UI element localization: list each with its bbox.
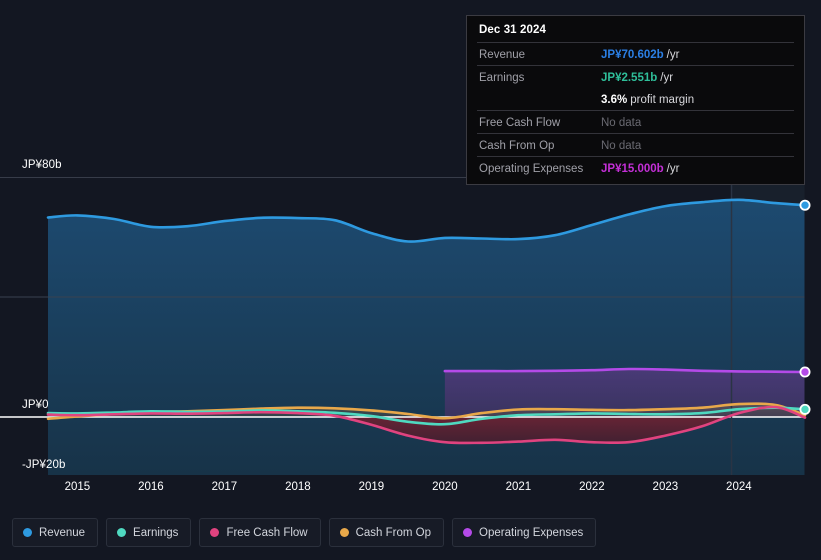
- tooltip-row-value-group: No data: [601, 113, 641, 131]
- x-axis-label-2018: 2018: [285, 481, 311, 493]
- tooltip-row-value: No data: [601, 140, 642, 152]
- legend-item-free-cash-flow[interactable]: Free Cash Flow: [199, 518, 321, 547]
- tooltip-row-value: JP¥2.551b: [601, 72, 658, 84]
- tooltip-row-label: Free Cash Flow: [479, 117, 561, 129]
- tooltip-row: Cash From Op No data: [477, 133, 794, 156]
- x-axis-label-2020: 2020: [432, 481, 458, 493]
- tooltip-row: Operating Expenses JP¥15.000b/yr: [477, 156, 794, 179]
- legend-item-earnings[interactable]: Earnings: [106, 518, 192, 547]
- x-axis-label-2022: 2022: [579, 481, 605, 493]
- legend-item-label: Cash From Op: [355, 526, 432, 539]
- tooltip-row-unit: profit margin: [630, 94, 695, 106]
- x-axis-label-2017: 2017: [211, 481, 238, 493]
- x-axis-label-2016: 2016: [138, 481, 164, 493]
- tooltip-row-value-group: 3.6% profit margin: [601, 90, 694, 108]
- y-axis-label-bottom: -JP¥20b: [22, 459, 66, 471]
- legend-item-cash-from-op[interactable]: Cash From Op: [328, 518, 445, 547]
- tooltip-rows: Revenue JP¥70.602b/yr Earnings JP¥2.551b/yr…: [477, 42, 794, 179]
- tooltip-row-label: Revenue: [479, 49, 526, 61]
- legend-item-label: Revenue: [39, 526, 86, 539]
- y-axis-label-top: JP¥80b: [22, 159, 62, 171]
- tooltip-row-value: No data: [601, 117, 642, 129]
- tooltip-row-unit: /yr: [666, 163, 680, 175]
- tooltip-date: Dec 31 2024: [479, 24, 546, 36]
- tooltip-row: 3.6% profit margin: [477, 88, 794, 110]
- tooltip-row-value-group: JP¥70.602b/yr: [601, 45, 679, 63]
- chart-plot-area[interactable]: [0, 177, 821, 475]
- tooltip-row-label: Earnings: [479, 72, 525, 84]
- x-axis-label-2023: 2023: [652, 481, 679, 493]
- data-tooltip: Dec 31 2024 Revenue JP¥70.602b/yr Earnings…: [466, 15, 805, 185]
- legend-color-dot-icon: [339, 528, 349, 537]
- operating-expenses-end-marker: [799, 366, 811, 378]
- legend-item-revenue[interactable]: Revenue: [12, 518, 99, 547]
- legend-item-label: Free Cash Flow: [226, 526, 308, 539]
- revenue-end-marker: [799, 199, 811, 211]
- tooltip-row: Earnings JP¥2.551b/yr: [477, 65, 794, 88]
- y-axis-label-zero: JP¥0: [22, 399, 49, 411]
- tooltip-row-unit: /yr: [660, 72, 674, 84]
- legend-item-operating-expenses[interactable]: Operating Expenses: [452, 518, 597, 547]
- tooltip-row-unit: /yr: [666, 49, 680, 61]
- legend-color-dot-icon: [23, 528, 32, 537]
- chart-legend[interactable]: Revenue Earnings Free Cash Flow Cash From O…: [12, 518, 597, 547]
- tooltip-row-value: JP¥15.000b: [601, 163, 664, 175]
- legend-item-label: Operating Expenses: [479, 526, 584, 539]
- financials-area-chart: [0, 177, 821, 475]
- tooltip-row-value-group: JP¥2.551b/yr: [601, 68, 673, 86]
- tooltip-row-value: JP¥70.602b: [601, 49, 664, 61]
- x-axis-label-2015: 2015: [64, 481, 91, 493]
- tooltip-row: Revenue JP¥70.602b/yr: [477, 42, 794, 65]
- legend-item-label: Earnings: [133, 526, 179, 539]
- x-axis-label-2024: 2024: [726, 481, 752, 493]
- x-axis: 2015 2016 2017 2018 2019 2020 2021 2022 2023 2024: [0, 481, 821, 503]
- tooltip-row-value-group: JP¥15.000b/yr: [601, 159, 679, 177]
- tooltip-row-value: 3.6%: [601, 94, 628, 106]
- x-axis-label-2021: 2021: [505, 481, 532, 493]
- tooltip-row-value-group: No data: [601, 136, 641, 154]
- earnings-end-marker: [799, 403, 811, 415]
- tooltip-row-label: Operating Expenses: [479, 163, 584, 175]
- x-axis-label-2019: 2019: [358, 481, 385, 493]
- legend-color-dot-icon: [210, 528, 220, 537]
- tooltip-row: Free Cash Flow No data: [477, 110, 794, 133]
- legend-color-dot-icon: [117, 528, 127, 537]
- chart-screen: JP¥80b JP¥0 -JP¥20b 2015 2016 2017 2018 2019…: [0, 0, 821, 560]
- legend-color-dot-icon: [463, 528, 473, 537]
- tooltip-row-label: Cash From Op: [479, 140, 555, 152]
